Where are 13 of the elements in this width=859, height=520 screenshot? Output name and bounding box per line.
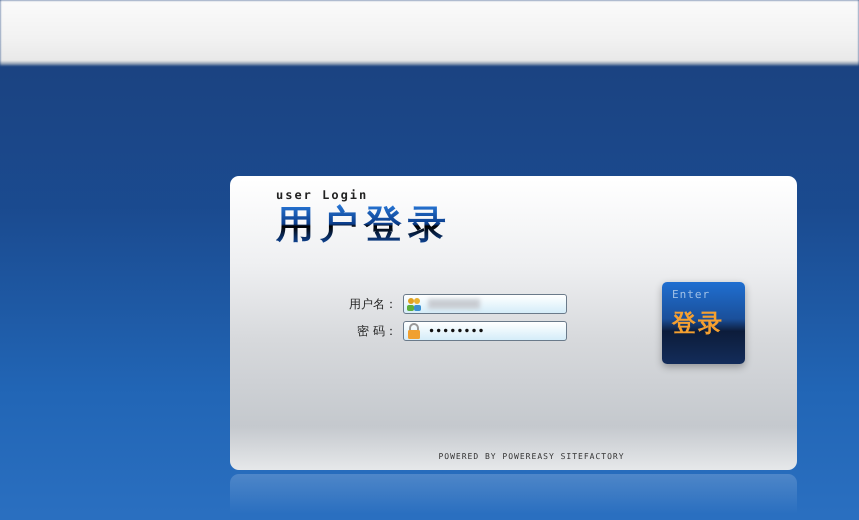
blurred-value xyxy=(428,299,480,309)
username-field[interactable] xyxy=(403,294,567,314)
powered-by-text: POWERED BY POWEREASY SITEFACTORY xyxy=(438,452,625,461)
users-icon xyxy=(406,296,422,312)
button-label: 登录 xyxy=(672,308,725,339)
subtitle-text: user Login xyxy=(276,188,368,202)
field-label: 用户名： xyxy=(349,296,397,312)
button-caption: Enter xyxy=(672,288,712,301)
password-field[interactable]: •••••••• xyxy=(403,321,567,341)
lock-icon xyxy=(406,323,422,339)
login-button[interactable]: Enter 登录 xyxy=(662,282,745,364)
field-label: 密 码： xyxy=(356,322,397,340)
password-value: •••••••• xyxy=(428,324,485,338)
